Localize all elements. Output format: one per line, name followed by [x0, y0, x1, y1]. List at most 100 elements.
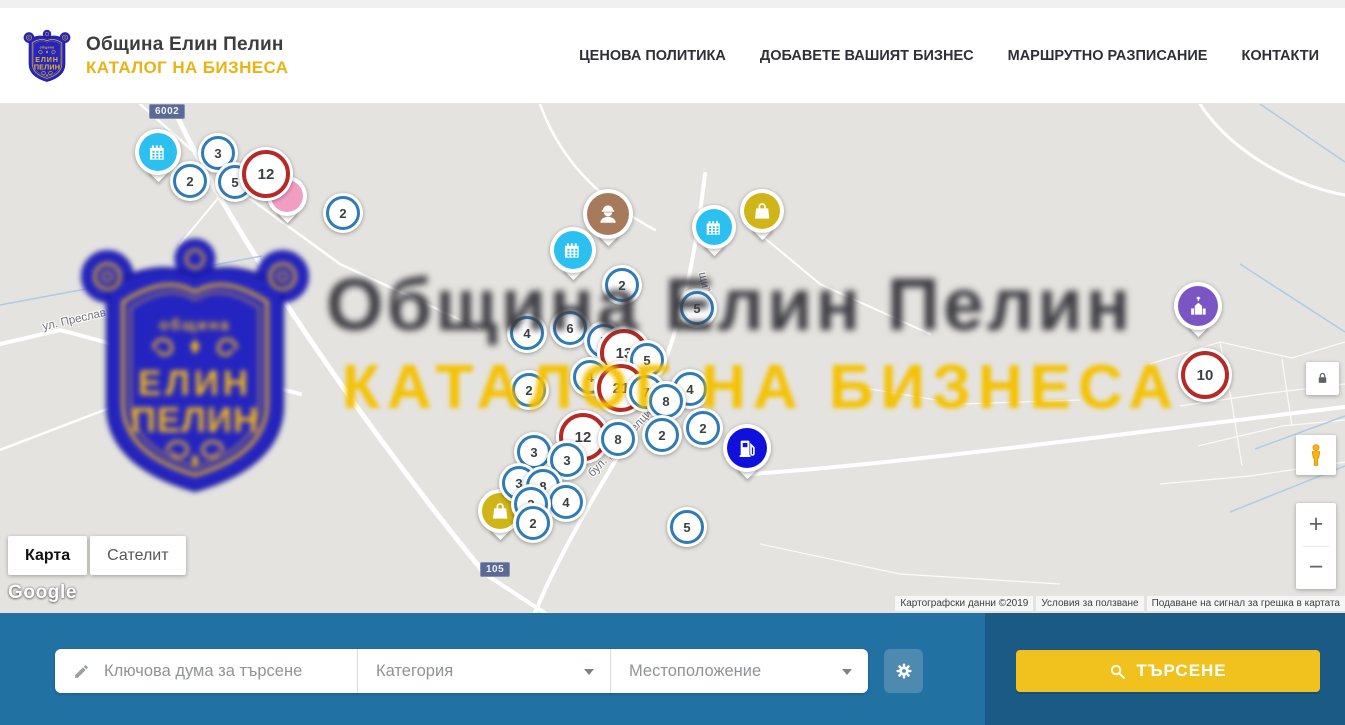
- pegman-button[interactable]: [1296, 435, 1336, 475]
- cluster-count: 2: [525, 383, 532, 398]
- main-nav: ЦЕНОВА ПОЛИТИКА ДОБАВЕТЕ ВАШИЯТ БИЗНЕС МАР…: [579, 48, 1319, 64]
- cluster-marker[interactable]: 2: [509, 370, 549, 410]
- zoom-out-button[interactable]: −: [1296, 547, 1336, 589]
- cluster-ring: 4: [510, 316, 544, 350]
- map-canvas[interactable]: ул. Преславбул. „Новоселци”щи” 6002105 3…: [0, 104, 1345, 613]
- cluster-count: 2: [658, 428, 665, 443]
- map-type-control: Карта Сателит: [8, 536, 186, 575]
- building-icon: [139, 133, 177, 171]
- cluster-count: 2: [618, 278, 625, 293]
- map-type-satellite-button[interactable]: Сателит: [90, 536, 185, 575]
- gear-icon: [894, 661, 914, 681]
- cluster-ring: 8: [601, 422, 635, 456]
- site-subtitle: КАТАЛОГ НА БИЗНЕСА: [86, 58, 288, 78]
- nav-item-контакти[interactable]: КОНТАКТИ: [1241, 48, 1319, 64]
- cluster-ring: 2: [516, 506, 550, 540]
- building-icon: [554, 231, 592, 269]
- cluster-count: 2: [699, 421, 706, 436]
- cluster-count: 5: [231, 175, 238, 190]
- map-attribution: Картографски данни ©2019Условия за ползв…: [895, 596, 1345, 611]
- cluster-ring: 6: [553, 311, 587, 345]
- road-number-badge: 105: [480, 562, 510, 577]
- cluster-ring: 5: [680, 291, 714, 325]
- pencil-icon: [73, 663, 90, 680]
- svg-text:ПЕЛИН: ПЕЛИН: [34, 62, 60, 71]
- cluster-marker[interactable]: 2: [323, 193, 363, 233]
- search-icon: [1109, 663, 1126, 680]
- cluster-count: 4: [523, 326, 530, 341]
- zoom-control: + −: [1296, 503, 1336, 589]
- building-pin[interactable]: [135, 129, 181, 175]
- road-number-badge: 6002: [149, 104, 185, 119]
- attribution-link[interactable]: Подаване на сигнал за грешка в картата: [1147, 596, 1345, 611]
- cluster-count: 5: [683, 520, 690, 535]
- cluster-ring: 2: [605, 268, 639, 302]
- cluster-marker[interactable]: 2: [513, 503, 553, 543]
- google-logo[interactable]: Google: [8, 582, 77, 604]
- cluster-ring: 2: [645, 418, 679, 452]
- church-pin[interactable]: [1174, 282, 1222, 330]
- lock-icon: [1315, 371, 1330, 386]
- building-pin[interactable]: [692, 205, 736, 249]
- cluster-ring: 2: [512, 373, 546, 407]
- location-select[interactable]: Местоположение: [610, 649, 868, 693]
- cluster-marker[interactable]: 12: [239, 147, 293, 201]
- lock-button[interactable]: [1306, 362, 1339, 395]
- cluster-count: 2: [339, 206, 346, 221]
- site-logo[interactable]: общинаЕЛИНПЕЛИН Община Елин Пелин КАТАЛО…: [22, 26, 288, 86]
- cluster-marker[interactable]: 5: [667, 507, 707, 547]
- cluster-marker[interactable]: 8: [598, 419, 638, 459]
- pegman-icon: [1304, 443, 1328, 467]
- cluster-count: 10: [1197, 367, 1214, 384]
- search-field-group: Категория Местоположение: [55, 649, 868, 693]
- cluster-count: 12: [258, 166, 275, 183]
- location-select-value: Местоположение: [629, 662, 761, 681]
- cluster-count: 4: [686, 382, 693, 397]
- nav-item-ценова-политика[interactable]: ЦЕНОВА ПОЛИТИКА: [579, 48, 726, 64]
- cluster-count: 5: [643, 353, 650, 368]
- cluster-ring: 10: [1181, 351, 1229, 399]
- attribution-link[interactable]: Условия за ползване: [1036, 596, 1143, 611]
- bag-icon: [744, 193, 780, 229]
- cluster-marker[interactable]: 2: [642, 415, 682, 455]
- keyword-input[interactable]: [104, 662, 357, 681]
- cluster-count: 3: [214, 146, 221, 161]
- nav-item-маршрутно-разписание[interactable]: МАРШРУТНО РАЗПИСАНИЕ: [1008, 48, 1208, 64]
- chevron-down-icon: [842, 669, 852, 675]
- cluster-marker[interactable]: 5: [677, 288, 717, 328]
- cluster-ring: 5: [670, 510, 704, 544]
- cluster-count: 8: [662, 394, 669, 409]
- building-pin[interactable]: [550, 227, 596, 273]
- cluster-marker[interactable]: 10: [1178, 348, 1232, 402]
- chevron-down-icon: [584, 669, 594, 675]
- map-type-map-button[interactable]: Карта: [8, 536, 87, 575]
- svg-text:община: община: [40, 45, 55, 49]
- fuel-icon: [727, 428, 767, 468]
- search-bar: Категория Местоположение: [0, 613, 1345, 725]
- attribution-text: Картографски данни ©2019: [895, 596, 1033, 611]
- cluster-count: 2: [186, 174, 193, 189]
- cluster-marker[interactable]: 4: [507, 313, 547, 353]
- keyword-field: [55, 649, 357, 693]
- category-select[interactable]: Категория: [357, 649, 610, 693]
- cluster-ring: 12: [242, 150, 290, 198]
- cluster-count: 2: [529, 516, 536, 531]
- cluster-count: 4: [586, 370, 593, 385]
- cluster-marker[interactable]: 2: [683, 408, 723, 448]
- zoom-in-button[interactable]: +: [1296, 504, 1336, 546]
- search-button[interactable]: ТЪРСЕНЕ: [1016, 650, 1320, 692]
- nav-item-добавете-вашият-бизнес[interactable]: ДОБАВЕТЕ ВАШИЯТ БИЗНЕС: [760, 48, 974, 64]
- church-icon: [1178, 286, 1218, 326]
- building-icon: [696, 209, 732, 245]
- cluster-count: 3: [530, 445, 537, 460]
- cluster-count: 3: [563, 453, 570, 468]
- cluster-ring: 8: [649, 384, 683, 418]
- site-title: Община Елин Пелин: [86, 34, 288, 56]
- fuel-pin[interactable]: [723, 424, 771, 472]
- page: общинаЕЛИНПЕЛИН Община Елин Пелин КАТАЛО…: [0, 0, 1345, 725]
- advanced-settings-button[interactable]: [884, 649, 923, 693]
- cluster-count: 6: [566, 321, 573, 336]
- bag-pin[interactable]: [740, 189, 784, 233]
- cluster-ring: 4: [549, 485, 583, 519]
- cluster-marker[interactable]: 2: [602, 265, 642, 305]
